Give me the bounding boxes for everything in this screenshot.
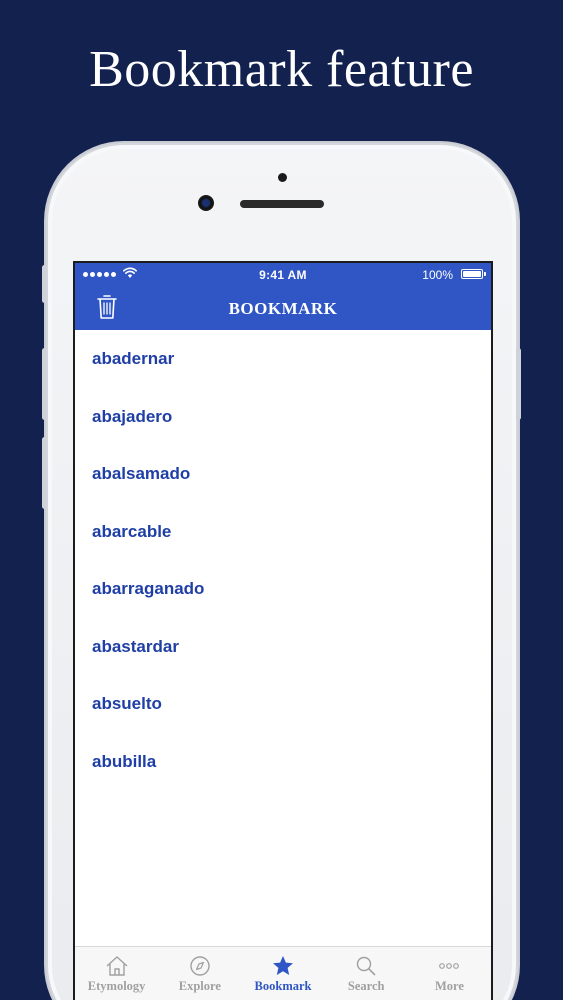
tab-search[interactable]: Search bbox=[325, 947, 408, 1000]
proximity-sensor bbox=[278, 173, 287, 182]
battery-icon bbox=[461, 269, 486, 279]
phone-screen: 9:41 AM 100% BOOKMARK abadernar abajader… bbox=[75, 263, 491, 1000]
battery-fill bbox=[463, 271, 481, 277]
tab-more[interactable]: More bbox=[408, 947, 491, 1000]
phone-mute-switch bbox=[42, 265, 47, 303]
bookmark-list: abadernar abajadero abalsamado abarcable… bbox=[75, 330, 491, 790]
bookmark-item[interactable]: abastardar bbox=[75, 618, 491, 676]
bookmark-item[interactable]: abajadero bbox=[75, 388, 491, 446]
bookmark-item[interactable]: absuelto bbox=[75, 675, 491, 733]
tab-etymology[interactable]: Etymology bbox=[75, 947, 158, 1000]
front-camera bbox=[198, 195, 214, 211]
bookmark-item[interactable]: abadernar bbox=[75, 330, 491, 388]
compass-icon bbox=[190, 956, 210, 976]
tab-bookmark[interactable]: Bookmark bbox=[241, 947, 324, 1000]
phone-power-button bbox=[516, 348, 521, 420]
bookmark-item[interactable]: abalsamado bbox=[75, 445, 491, 503]
tab-label: Explore bbox=[178, 979, 221, 993]
more-icon bbox=[439, 963, 460, 969]
earpiece-speaker bbox=[240, 200, 324, 208]
tab-label: Bookmark bbox=[254, 979, 312, 993]
page-title: BOOKMARK bbox=[228, 299, 338, 318]
tab-label: Etymology bbox=[87, 979, 146, 993]
phone-volume-up bbox=[42, 348, 47, 420]
battery-percentage: 100% bbox=[422, 268, 453, 282]
star-icon bbox=[273, 956, 293, 975]
tab-bar: Etymology Explore Bookmark Search More bbox=[75, 946, 491, 1000]
phone-volume-down bbox=[42, 437, 47, 509]
status-bar: 9:41 AM 100% bbox=[75, 263, 491, 287]
tab-label: Search bbox=[347, 979, 385, 993]
house-icon bbox=[106, 956, 128, 976]
navigation-bar: BOOKMARK bbox=[75, 287, 491, 330]
search-icon bbox=[357, 956, 376, 976]
tab-explore[interactable]: Explore bbox=[158, 947, 241, 1000]
promo-title: Bookmark feature bbox=[89, 41, 474, 98]
bookmark-item[interactable]: abarraganado bbox=[75, 560, 491, 618]
bookmark-item[interactable]: abarcable bbox=[75, 503, 491, 561]
bookmark-item[interactable]: abubilla bbox=[75, 733, 491, 791]
tab-label: More bbox=[434, 979, 464, 993]
